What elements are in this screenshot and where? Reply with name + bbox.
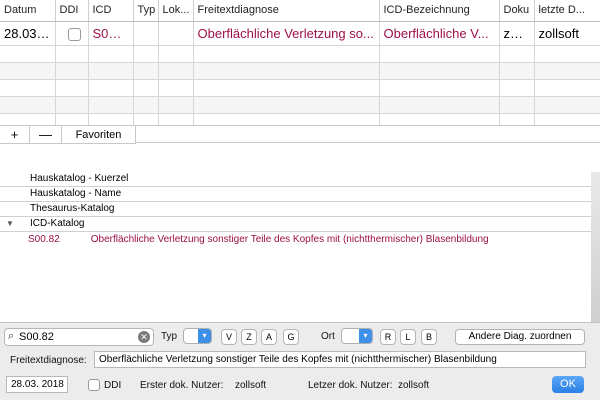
table-row bbox=[0, 96, 600, 114]
cell-letzte: zollsoft bbox=[534, 21, 600, 46]
catalog-item-text: Oberflächliche Verletzung sonstiger Teil… bbox=[90, 234, 489, 245]
ort-button-b[interactable]: B bbox=[421, 329, 437, 345]
freitext-label: Freitextdiagnose: bbox=[10, 355, 87, 366]
favorites-button[interactable]: Favoriten bbox=[62, 126, 136, 144]
erster-nutzer-label: Erster dok. Nutzer: bbox=[140, 380, 224, 391]
ort-button-r[interactable]: R bbox=[380, 329, 396, 345]
search-field[interactable]: ⌕ ✕ bbox=[4, 328, 154, 346]
freitext-field[interactable]: Oberflächliche Verletzung sonstiger Teil… bbox=[94, 351, 586, 368]
ddi-checkbox[interactable] bbox=[67, 27, 81, 41]
column-header-lok[interactable]: Lok... bbox=[158, 0, 194, 22]
assign-other-diagnosis-button[interactable]: Andere Diag. zuordnen bbox=[455, 329, 585, 345]
catalog-group-icd[interactable]: ▼ ICD-Katalog bbox=[0, 217, 600, 232]
search-input[interactable] bbox=[19, 330, 137, 344]
table-row bbox=[0, 79, 600, 97]
ort-select[interactable]: ▾ bbox=[341, 328, 373, 344]
catalog-group-thesaurus[interactable]: Thesaurus-Katalog bbox=[0, 202, 600, 217]
column-header-freitext[interactable]: Freitextdiagnose bbox=[193, 0, 380, 22]
cell-ddi bbox=[55, 21, 89, 46]
catalog-group-hauskatalog-name[interactable]: Hauskatalog - Name bbox=[0, 187, 600, 202]
cell-doku: zoll... bbox=[499, 21, 535, 46]
cell-icd: S00.... bbox=[88, 21, 134, 46]
table-header-row: Datum DDI ICD Typ Lok... Freitextdiagnos… bbox=[0, 0, 600, 22]
cell-datum: 28.03.18 bbox=[0, 21, 56, 46]
search-icon: ⌕ bbox=[8, 330, 15, 342]
cell-typ bbox=[133, 21, 159, 46]
catalog-list: Hauskatalog - Kuerzel Hauskatalog - Name… bbox=[0, 172, 600, 248]
date-field[interactable]: 28.03. 2018 bbox=[6, 376, 68, 393]
chevron-down-icon: ▾ bbox=[198, 329, 211, 343]
cell-lok bbox=[158, 21, 194, 46]
typ-button-a[interactable]: A bbox=[261, 329, 277, 345]
erster-nutzer-value: zollsoft bbox=[235, 380, 267, 391]
cell-icd-bezeichnung: Oberflächliche V... bbox=[379, 21, 500, 46]
letzter-nutzer-value: zollsoft bbox=[398, 380, 430, 391]
typ-button-g[interactable]: G bbox=[283, 329, 299, 345]
typ-button-z[interactable]: Z bbox=[241, 329, 257, 345]
catalog-group-hauskatalog-kuerzel[interactable]: Hauskatalog - Kuerzel bbox=[0, 172, 600, 187]
typ-select[interactable]: ▾ bbox=[183, 328, 212, 344]
column-header-icd-bezeichnung[interactable]: ICD-Bezeichnung bbox=[379, 0, 500, 22]
catalog-scrollbar[interactable] bbox=[591, 172, 600, 322]
table-row[interactable]: 28.03.18 S00.... Oberflächliche Verletzu… bbox=[0, 21, 600, 46]
column-header-letzte[interactable]: letzte D... bbox=[534, 0, 600, 22]
column-header-datum[interactable]: Datum bbox=[0, 0, 56, 22]
letzter-nutzer-label: Letzer dok. Nutzer: bbox=[308, 380, 393, 391]
diagnosis-entry-panel: ⌕ ✕ Typ ▾ V Z A G Ort ▾ R L B Andere Dia… bbox=[0, 322, 600, 400]
table-button-bar: + — Favoriten bbox=[0, 125, 600, 144]
column-header-doku[interactable]: Doku bbox=[499, 0, 535, 22]
typ-label: Typ bbox=[161, 331, 178, 342]
column-header-ddi[interactable]: DDI bbox=[55, 0, 89, 22]
remove-row-button[interactable]: — bbox=[30, 126, 62, 144]
diagnosis-table: Datum DDI ICD Typ Lok... Freitextdiagnos… bbox=[0, 0, 600, 131]
table-row bbox=[0, 45, 600, 63]
catalog-item-code: S00.82 bbox=[28, 234, 60, 245]
clear-search-icon[interactable]: ✕ bbox=[138, 331, 150, 343]
add-row-button[interactable]: + bbox=[0, 126, 30, 144]
typ-button-v[interactable]: V bbox=[221, 329, 237, 345]
disclosure-triangle-icon[interactable]: ▼ bbox=[6, 217, 14, 231]
ort-label: Ort bbox=[321, 331, 335, 342]
cell-freitext: Oberflächliche Verletzung so... bbox=[193, 21, 380, 46]
ok-button[interactable]: OK bbox=[552, 376, 584, 393]
table-row bbox=[0, 62, 600, 80]
column-header-icd[interactable]: ICD bbox=[88, 0, 134, 22]
catalog-item-s00-82[interactable]: S00.82 Oberflächliche Verletzung sonstig… bbox=[0, 232, 600, 248]
ddi-form-checkbox[interactable] bbox=[88, 379, 100, 391]
ort-button-l[interactable]: L bbox=[400, 329, 416, 345]
chevron-down-icon: ▾ bbox=[359, 329, 372, 343]
ddi-form-label: DDI bbox=[104, 380, 122, 391]
column-header-typ[interactable]: Typ bbox=[133, 0, 159, 22]
